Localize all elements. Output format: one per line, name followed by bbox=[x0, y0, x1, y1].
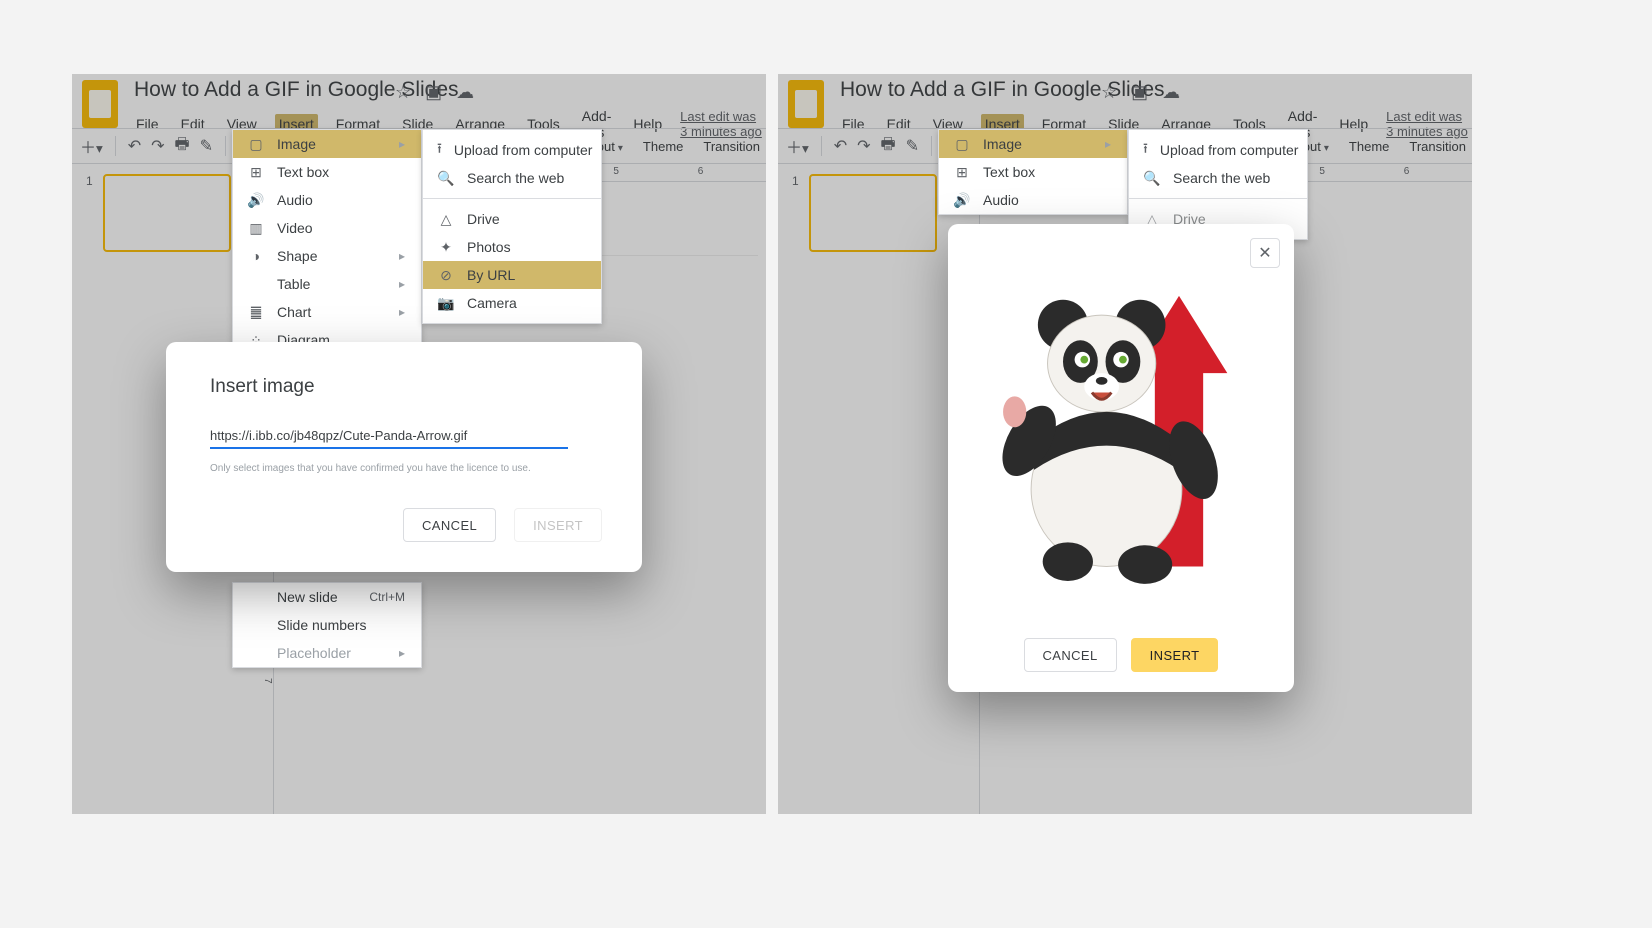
theme-button[interactable]: Theme bbox=[643, 139, 683, 154]
undo-icon[interactable]: ↶ bbox=[834, 136, 847, 156]
insert-image-preview-dialog: ✕ bbox=[948, 224, 1294, 692]
insert-image-url-dialog: Insert image Only select images that you… bbox=[166, 342, 642, 572]
menu-item-image[interactable]: ▢Image▸ bbox=[939, 130, 1127, 158]
upload-icon: ⭱ bbox=[437, 138, 442, 162]
redo-icon[interactable]: ↷ bbox=[151, 136, 164, 156]
image-preview bbox=[968, 244, 1274, 628]
paint-format-icon[interactable]: ✎ bbox=[200, 136, 213, 156]
upload-icon: ⭱ bbox=[1143, 138, 1148, 162]
menu-item-video[interactable]: ▥Video bbox=[233, 214, 421, 242]
menu-item-textbox[interactable]: ⊞Text box bbox=[233, 158, 421, 186]
close-button[interactable]: ✕ bbox=[1250, 238, 1280, 268]
star-icon[interactable]: ☆ bbox=[395, 82, 411, 103]
title-bar: How to Add a GIF in Google Slides ☆ ▣ ☁ … bbox=[778, 74, 1472, 128]
dialog-title: Insert image bbox=[210, 376, 598, 398]
print-icon[interactable]: 🖶 bbox=[175, 133, 190, 160]
title-actions: ☆ ▣ ☁ bbox=[1101, 82, 1180, 103]
textbox-icon: ⊞ bbox=[247, 164, 265, 181]
slide-number: 1 bbox=[792, 174, 799, 188]
chart-icon: ䷀ bbox=[247, 304, 265, 321]
transition-button[interactable]: Transition bbox=[1409, 139, 1466, 154]
menu-item-shape[interactable]: ◑Shape▸ bbox=[233, 242, 421, 270]
submenu-upload[interactable]: ⭱Upload from computer bbox=[423, 136, 601, 164]
paint-format-icon[interactable]: ✎ bbox=[906, 136, 919, 156]
workspace-left: How to Add a GIF in Google Slides ☆ ▣ ☁ … bbox=[72, 74, 766, 814]
menu-item-slide-numbers[interactable]: Slide numbers bbox=[233, 611, 421, 639]
image-icon: ▢ bbox=[247, 136, 265, 153]
slide-panel: 1 bbox=[778, 164, 958, 814]
video-icon: ▥ bbox=[247, 220, 265, 237]
insert-button-disabled[interactable]: INSERT bbox=[514, 508, 602, 542]
app-logo[interactable] bbox=[82, 80, 118, 128]
cloud-icon[interactable]: ☁ bbox=[1162, 82, 1180, 103]
submenu-by-url[interactable]: ⊘By URL bbox=[423, 261, 601, 289]
move-icon[interactable]: ▣ bbox=[425, 82, 442, 103]
link-icon: ⊘ bbox=[437, 267, 455, 284]
menu-item-new-slide[interactable]: New slideCtrl+M bbox=[233, 583, 421, 611]
submenu-photos[interactable]: ✦Photos bbox=[423, 233, 601, 261]
shape-icon: ◑ bbox=[247, 248, 265, 264]
audio-icon: 🔊 bbox=[953, 192, 971, 209]
undo-icon[interactable]: ↶ bbox=[128, 136, 141, 156]
cloud-icon[interactable]: ☁ bbox=[456, 82, 474, 103]
menu-item-chart[interactable]: ䷀Chart▸ bbox=[233, 298, 421, 326]
slide-thumbnail[interactable] bbox=[809, 174, 937, 252]
cancel-button[interactable]: CANCEL bbox=[403, 508, 496, 542]
submenu-search[interactable]: 🔍Search the web bbox=[423, 164, 601, 192]
app-logo[interactable] bbox=[788, 80, 824, 128]
menu-item-table[interactable]: Table▸ bbox=[233, 270, 421, 298]
title-actions: ☆ ▣ ☁ bbox=[395, 82, 474, 103]
redo-icon[interactable]: ↷ bbox=[857, 136, 870, 156]
insert-button[interactable]: INSERT bbox=[1131, 638, 1219, 672]
insert-dropdown: ▢Image▸ ⊞Text box 🔊Audio ▥Video ◑Shape▸ … bbox=[232, 129, 422, 355]
image-icon: ▢ bbox=[953, 136, 971, 153]
menu-item-image[interactable]: ▢Image▸ bbox=[233, 130, 421, 158]
slide-number: 1 bbox=[86, 174, 93, 188]
title-bar: How to Add a GIF in Google Slides ☆ ▣ ☁ … bbox=[72, 74, 766, 128]
workspace-right: How to Add a GIF in Google Slides ☆ ▣ ☁ … bbox=[778, 74, 1472, 814]
camera-icon: 📷 bbox=[437, 295, 455, 312]
print-icon[interactable]: 🖶 bbox=[881, 133, 896, 160]
close-icon: ✕ bbox=[1258, 243, 1271, 263]
search-icon: 🔍 bbox=[437, 170, 455, 187]
new-slide-icon[interactable]: ＋▾ bbox=[786, 134, 809, 158]
image-url-input[interactable] bbox=[210, 424, 568, 449]
transition-button[interactable]: Transition bbox=[703, 139, 760, 154]
slide-thumbnail[interactable] bbox=[103, 174, 231, 252]
insert-dropdown-tail: New slideCtrl+M Slide numbers Placeholde… bbox=[232, 582, 422, 668]
audio-icon: 🔊 bbox=[247, 192, 265, 209]
new-slide-icon[interactable]: ＋▾ bbox=[80, 134, 103, 158]
dialog-hint: Only select images that you have confirm… bbox=[210, 463, 598, 474]
panda-arrow-illustration bbox=[976, 286, 1266, 586]
menu-item-placeholder[interactable]: Placeholder▸ bbox=[233, 639, 421, 667]
search-icon: 🔍 bbox=[1143, 170, 1161, 187]
submenu-drive[interactable]: △Drive bbox=[423, 205, 601, 233]
image-submenu: ⭱Upload from computer 🔍Search the web △D… bbox=[422, 129, 602, 324]
menu-item-audio[interactable]: 🔊Audio bbox=[233, 186, 421, 214]
submenu-camera[interactable]: 📷Camera bbox=[423, 289, 601, 317]
photos-icon: ✦ bbox=[437, 239, 455, 256]
insert-dropdown: ▢Image▸ ⊞Text box 🔊Audio bbox=[938, 129, 1128, 215]
menu-item-audio[interactable]: 🔊Audio bbox=[939, 186, 1127, 214]
move-icon[interactable]: ▣ bbox=[1131, 82, 1148, 103]
theme-button[interactable]: Theme bbox=[1349, 139, 1389, 154]
textbox-icon: ⊞ bbox=[953, 164, 971, 181]
menu-item-textbox[interactable]: ⊞Text box bbox=[939, 158, 1127, 186]
star-icon[interactable]: ☆ bbox=[1101, 82, 1117, 103]
drive-icon: △ bbox=[437, 211, 455, 228]
cancel-button[interactable]: CANCEL bbox=[1024, 638, 1117, 672]
submenu-search[interactable]: 🔍Search the web bbox=[1129, 164, 1307, 192]
submenu-upload[interactable]: ⭱Upload from computer bbox=[1129, 136, 1307, 164]
